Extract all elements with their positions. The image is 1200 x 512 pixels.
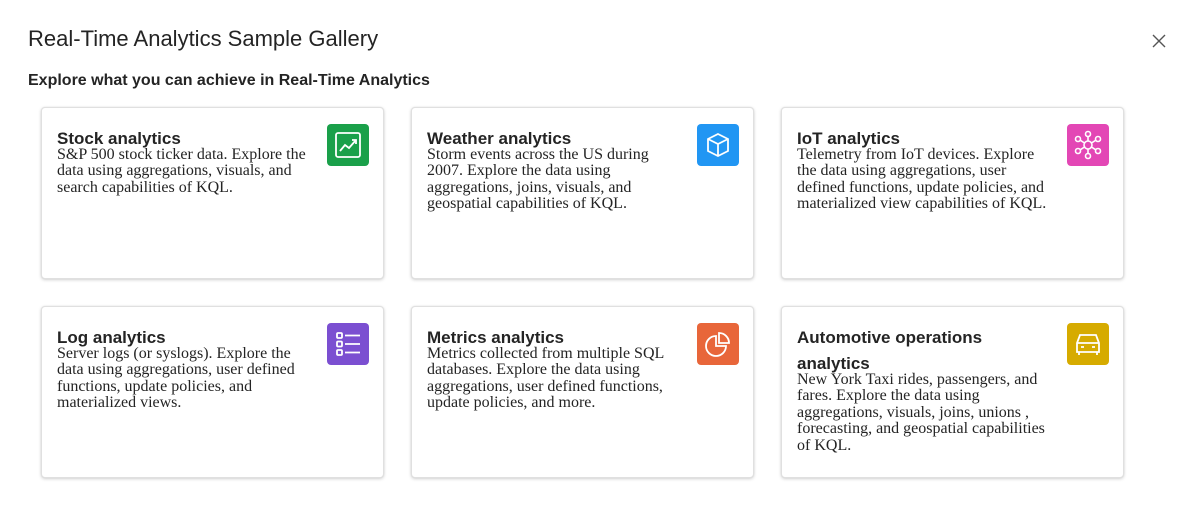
card-stock-analytics[interactable]: Stock analytics S&P 500 stock ticker dat… [41,107,384,279]
card-iot-analytics[interactable]: IoT analytics Telemetry from IoT devices… [781,107,1124,279]
card-title: Metrics analytics Metrics collected from… [427,325,682,412]
sample-card-grid: Stock analytics S&P 500 stock ticker dat… [41,107,1124,478]
dialog-title: Real-Time Analytics Sample Gallery [28,26,379,51]
cube-icon [697,124,739,166]
card-metrics-analytics[interactable]: Metrics analytics Metrics collected from… [411,306,754,478]
network-icon [1067,124,1109,166]
card-description: New York Taxi rides, passengers, and far… [797,371,1045,454]
card-title: Weather analytics Storm events across th… [427,126,682,213]
card-description: Storm events across the US during 2007. … [427,146,649,213]
card-automotive-analytics[interactable]: Automotive operations analytics New York… [781,306,1124,478]
sample-gallery-dialog: Real-Time Analytics Sample Gallery Explo… [0,0,1200,512]
card-title: IoT analytics Telemetry from IoT devices… [797,126,1052,213]
card-title: Stock analytics S&P 500 stock ticker dat… [57,126,312,196]
card-description: S&P 500 stock ticker data. Explore the d… [57,146,306,196]
close-icon [1152,34,1166,48]
pie-chart-icon [697,323,739,365]
chart-trend-icon [327,124,369,166]
card-description: Server logs (or syslogs). Explore the da… [57,345,295,412]
card-weather-analytics[interactable]: Weather analytics Storm events across th… [411,107,754,279]
card-log-analytics[interactable]: Log analytics Server logs (or syslogs). … [41,306,384,478]
card-title: Log analytics Server logs (or syslogs). … [57,325,312,412]
card-description: Telemetry from IoT devices. Explore the … [797,146,1047,213]
card-title-text: Automotive operations analytics [797,328,983,373]
close-button[interactable] [1148,30,1170,52]
card-description: Metrics collected from multiple SQL data… [427,345,664,412]
dialog-subtitle: Explore what you can achieve in Real-Tim… [28,72,430,89]
card-title: Automotive operations analytics New York… [797,325,1052,454]
list-icon [327,323,369,365]
car-icon [1067,323,1109,365]
